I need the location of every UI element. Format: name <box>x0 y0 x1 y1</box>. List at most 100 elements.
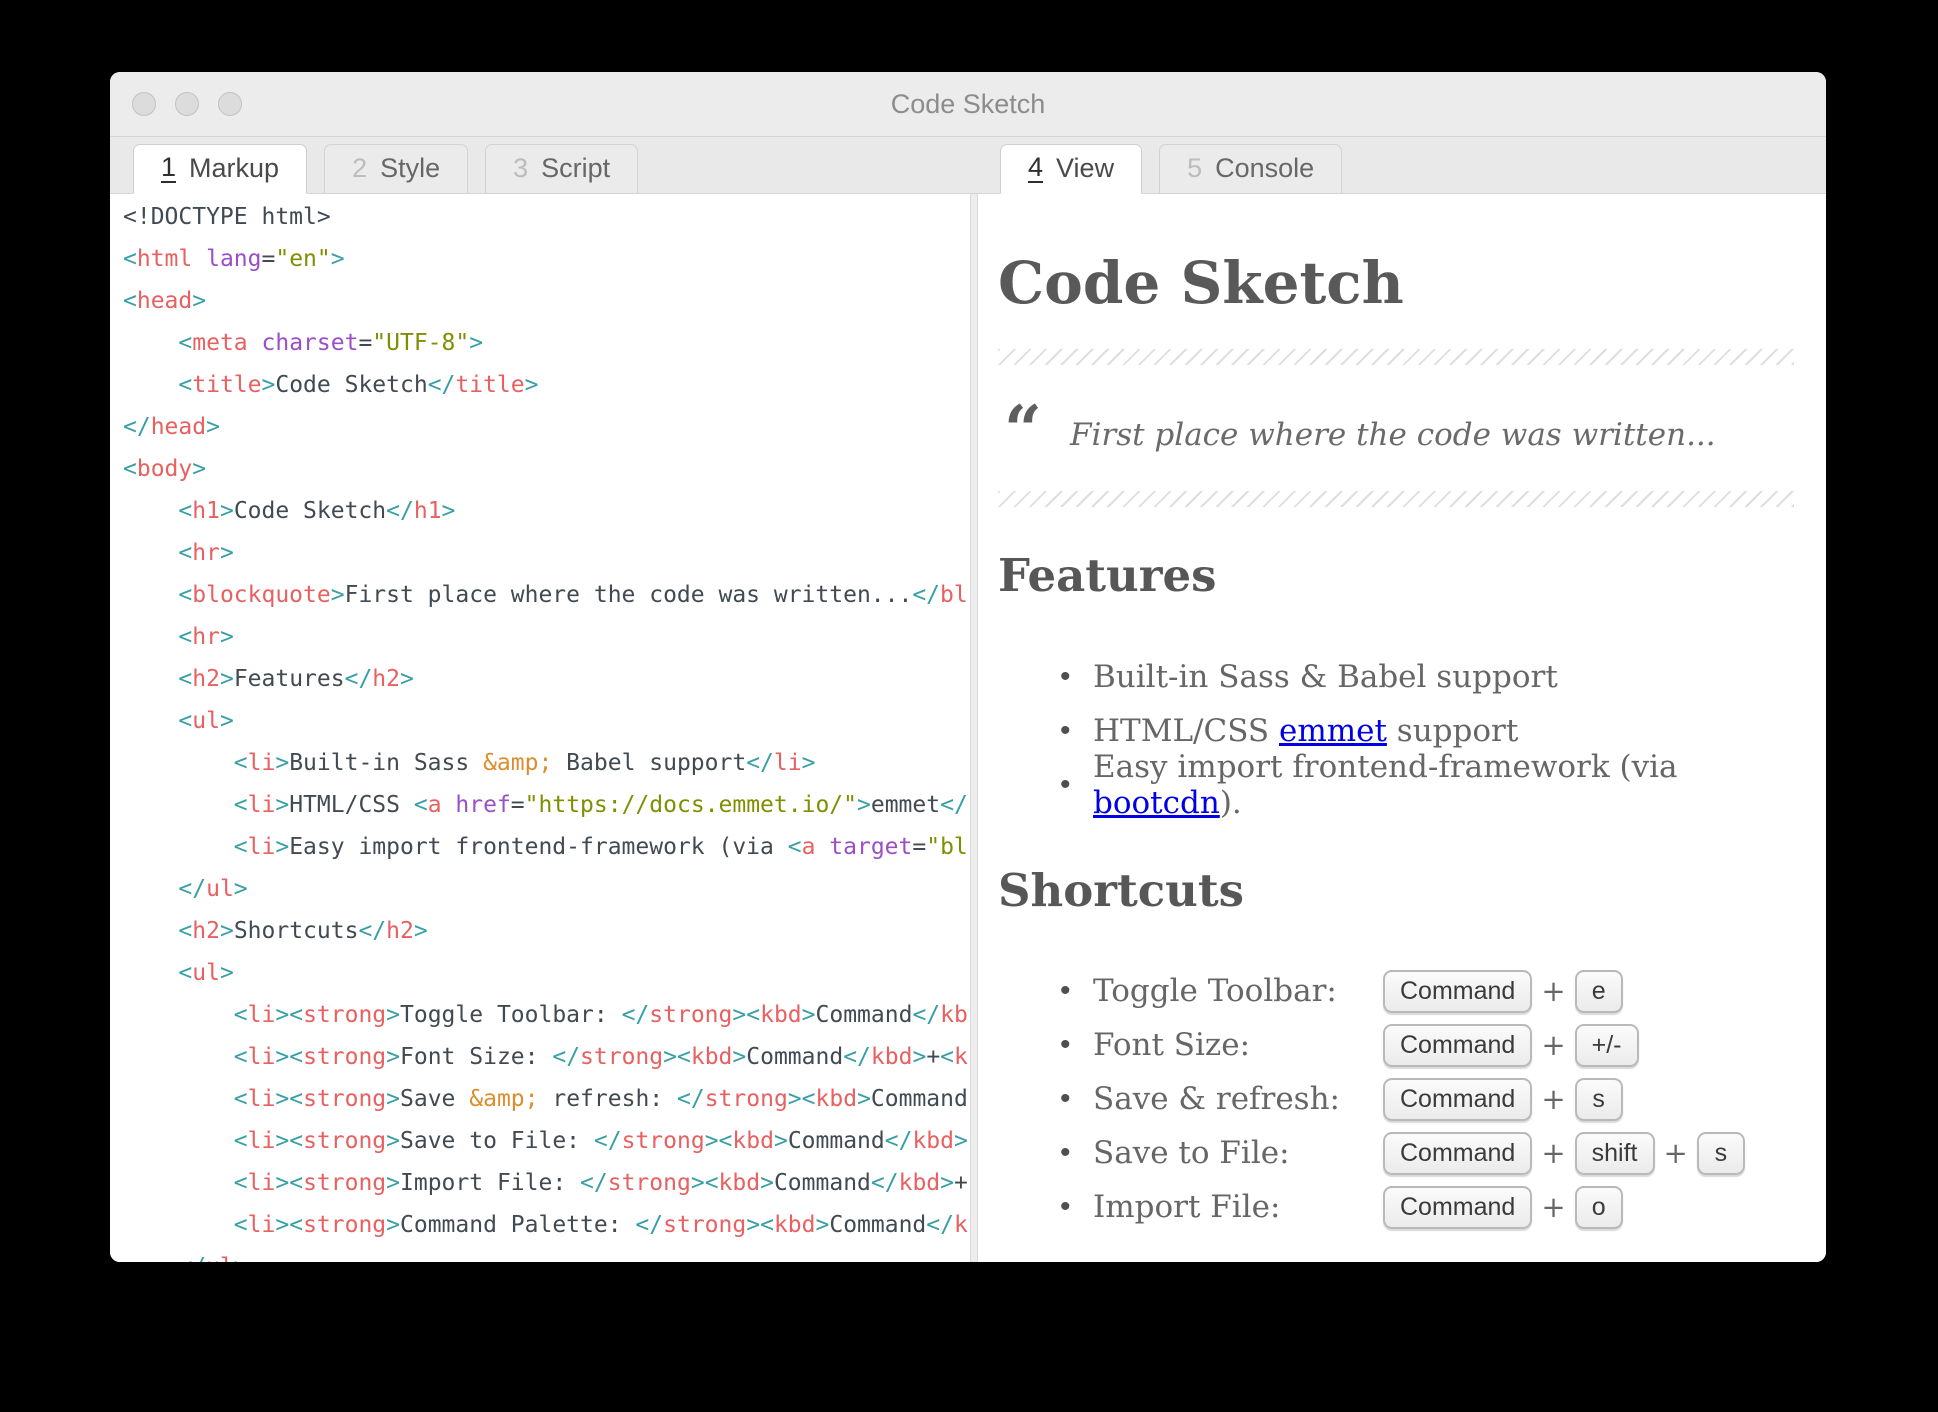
plus-separator: + <box>1541 1190 1565 1224</box>
code-line: <hr> <box>123 532 970 574</box>
code-line: <li><strong>Font Size: </strong><kbd>Com… <box>123 1036 970 1078</box>
minimize-button[interactable] <box>175 92 199 116</box>
code-line: <meta charset="UTF-8"> <box>123 322 970 364</box>
plus-separator: + <box>1541 974 1565 1008</box>
kbd-key: Command <box>1383 970 1532 1013</box>
bullet-icon: • <box>1060 976 1093 1006</box>
feature-text-part: Easy import frontend-framework (via <box>1093 749 1678 785</box>
code-line: <li>Easy import frontend-framework (via … <box>123 826 970 868</box>
shortcut-item: •Font Size:Command + +/- <box>998 1018 1794 1072</box>
tab-style[interactable]: 2 Style <box>324 144 468 194</box>
plus-separator: + <box>1664 1136 1688 1170</box>
preview-blockquote: “ First place where the code was written… <box>998 395 1794 463</box>
tab-label: Style <box>380 153 440 184</box>
shortcut-label: Import File: <box>1093 1189 1383 1225</box>
code-line: </head> <box>123 406 970 448</box>
preview-pane[interactable]: Code Sketch “ First place where the code… <box>978 194 1826 1262</box>
plus-separator: + <box>1541 1082 1565 1116</box>
striped-divider <box>998 491 1794 507</box>
code-line: <li>HTML/CSS <a href="https://docs.emmet… <box>123 784 970 826</box>
tab-markup[interactable]: 1Markup <box>133 144 307 194</box>
pane-divider[interactable] <box>970 194 978 1262</box>
bullet-icon: • <box>1060 1192 1093 1222</box>
shortcut-keys: Command + s <box>1383 1078 1623 1121</box>
kbd-key: Command <box>1383 1132 1532 1175</box>
code-line: <h1>Code Sketch</h1> <box>123 490 970 532</box>
feature-text-part: HTML/CSS <box>1093 713 1279 749</box>
kbd-key: e <box>1575 970 1623 1013</box>
markup-editor[interactable]: <!DOCTYPE html><html lang="en"><head> <m… <box>110 194 970 1262</box>
code-line: </ul> <box>123 868 970 910</box>
code-line: <title>Code Sketch</title> <box>123 364 970 406</box>
editor-tab-group: 1Markup 2 Style 3 Script <box>133 144 638 194</box>
feature-text-part: Built-in Sass & Babel support <box>1093 659 1558 695</box>
features-heading: Features <box>998 547 1794 606</box>
code-line: <!DOCTYPE html> <box>123 196 970 238</box>
kbd-key: s <box>1697 1132 1745 1175</box>
feature-text: Easy import frontend-framework (via boot… <box>1093 749 1794 821</box>
feature-item: •Easy import frontend-framework (via boo… <box>998 758 1794 812</box>
kbd-key: Command <box>1383 1024 1532 1067</box>
bullet-icon: • <box>1060 1084 1093 1114</box>
preview-link[interactable]: emmet <box>1279 713 1387 749</box>
quote-text: First place where the code was written..… <box>1070 417 1716 463</box>
shortcut-item: •Toggle Toolbar:Command+e <box>998 964 1794 1018</box>
tab-label: Console <box>1215 153 1314 184</box>
tab-label: View <box>1056 153 1114 184</box>
code-line: <ul> <box>123 952 970 994</box>
shortcut-label: Save & refresh: <box>1093 1081 1383 1117</box>
preview-tab-group: 4 View 5Console <box>1000 144 1342 194</box>
plus-separator: + <box>1541 1028 1565 1062</box>
kbd-key: +/- <box>1575 1024 1639 1067</box>
tab-shortcut-number: 3 <box>513 153 528 184</box>
kbd-key: o <box>1575 1186 1623 1229</box>
code-line: <li><strong>Toggle Toolbar: </strong><kb… <box>123 994 970 1036</box>
shortcut-keys: Command + +/- <box>1383 1024 1639 1067</box>
kbd-key: s <box>1575 1078 1623 1121</box>
titlebar: Code Sketch <box>110 72 1826 137</box>
code-line: <li><strong>Save &amp; refresh: </strong… <box>123 1078 970 1120</box>
preview-title: Code Sketch <box>998 246 1794 321</box>
shortcuts-list: •Toggle Toolbar:Command+e•Font Size:Comm… <box>998 964 1794 1234</box>
code-line: <blockquote>First place where the code w… <box>123 574 970 616</box>
code-line: <html lang="en"> <box>123 238 970 280</box>
shortcut-keys: Command + e <box>1383 970 1623 1013</box>
code-line: <h2>Shortcuts</h2> <box>123 910 970 952</box>
code-line: <h2>Features</h2> <box>123 658 970 700</box>
tab-view[interactable]: 4 View <box>1000 144 1142 194</box>
tab-console[interactable]: 5Console <box>1159 144 1342 194</box>
code-line: <head> <box>123 280 970 322</box>
shortcut-item: •Import File:Command+o <box>998 1180 1794 1234</box>
bullet-icon: • <box>1060 662 1093 692</box>
feature-text: HTML/CSS emmet support <box>1093 713 1518 749</box>
close-button[interactable] <box>132 92 156 116</box>
shortcut-label: Save to File: <box>1093 1135 1383 1171</box>
shortcut-label: Font Size: <box>1093 1027 1383 1063</box>
shortcut-item: •Save to File:Command+shift+s <box>998 1126 1794 1180</box>
tab-label: Script <box>541 153 610 184</box>
tab-shortcut-number: 4 <box>1028 153 1043 183</box>
shortcut-keys: Command+shift+s <box>1383 1132 1745 1175</box>
code-line: <hr> <box>123 616 970 658</box>
zoom-button[interactable] <box>218 92 242 116</box>
code-line: <li><strong>Save to File: </strong><kbd>… <box>123 1120 970 1162</box>
content-area: <!DOCTYPE html><html lang="en"><head> <m… <box>110 194 1826 1262</box>
shortcuts-heading: Shortcuts <box>998 862 1794 921</box>
kbd-key: Command <box>1383 1078 1532 1121</box>
preview-link[interactable]: bootcdn <box>1093 785 1220 821</box>
tab-script[interactable]: 3 Script <box>485 144 638 194</box>
feature-text-part: ). <box>1220 785 1242 821</box>
feature-item: •Built-in Sass & Babel support <box>998 650 1794 704</box>
window-title: Code Sketch <box>110 72 1826 136</box>
bullet-icon: • <box>1060 770 1093 800</box>
traffic-lights <box>132 92 242 116</box>
feature-text-part: support <box>1387 713 1518 749</box>
striped-divider <box>998 349 1794 365</box>
bullet-icon: • <box>1060 1030 1093 1060</box>
code-line: <li><strong>Import File: </strong><kbd>C… <box>123 1162 970 1204</box>
tab-shortcut-number: 2 <box>352 153 367 184</box>
quote-icon: “ <box>1004 397 1042 463</box>
feature-text: Built-in Sass & Babel support <box>1093 659 1558 695</box>
bullet-icon: • <box>1060 1138 1093 1168</box>
plus-separator: + <box>1541 1136 1565 1170</box>
